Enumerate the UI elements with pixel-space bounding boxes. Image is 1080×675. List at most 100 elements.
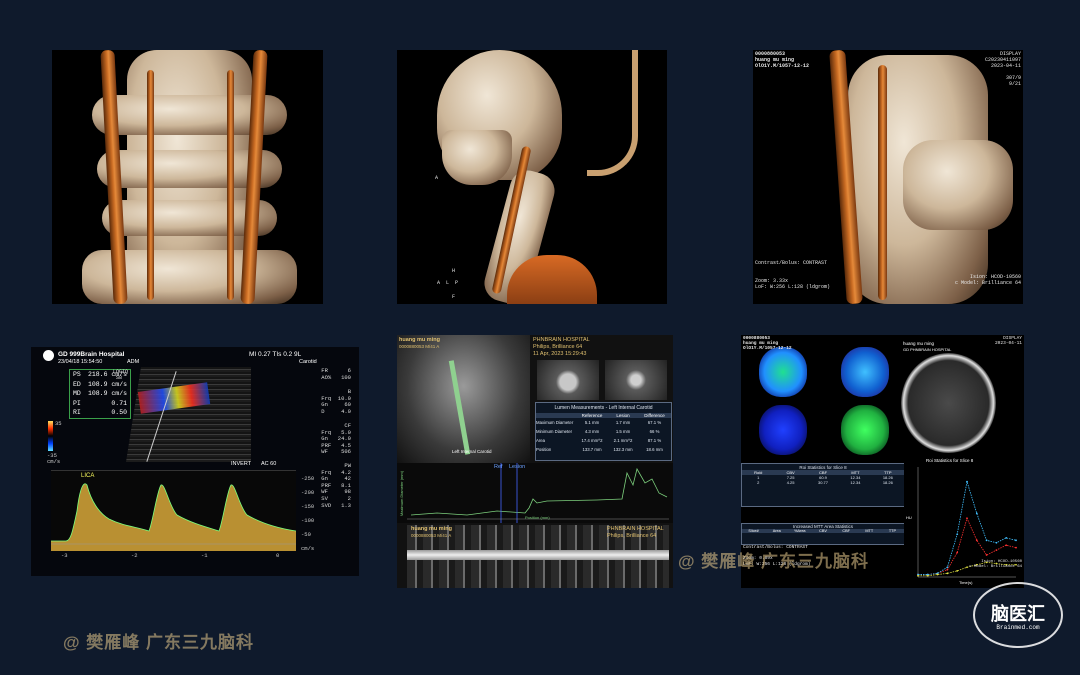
ge-logo-icon xyxy=(43,350,54,361)
ct-vessel-analysis-panel[interactable]: huang mu ming 0000880053 M/41 A PHNBRAIN… xyxy=(397,335,673,588)
y-tick-250: -250 xyxy=(301,475,315,482)
series-1-point xyxy=(956,533,959,536)
vertebral-vessel-right xyxy=(227,70,234,300)
roi-table: Roi Statistics for Slice 8 Roi# CBV CBF … xyxy=(741,463,905,507)
mtt-area-table: Increased MTT Area Statistics Slice# Are… xyxy=(741,523,905,545)
velocity-colorbar xyxy=(48,421,53,451)
logo-text: 脑医汇 xyxy=(991,604,1045,625)
ultrasound-panel[interactable]: GD 999Brain Hospital MI 0.27 TIs 0.2 9L … xyxy=(31,347,359,576)
series-2-point xyxy=(917,574,919,577)
mandible xyxy=(442,130,512,185)
ct-axial-slice[interactable] xyxy=(901,353,996,453)
x-tick-1: -1 xyxy=(201,552,208,559)
series-0-point xyxy=(1005,544,1008,547)
series-2-point xyxy=(926,574,929,577)
series-2-point xyxy=(936,573,939,576)
scanner-name-2: Philips, Brilliance 64 xyxy=(607,533,657,539)
vr-panel-oblique[interactable]: 0000880053 huang mu ming OlO1Y.M/1057-12… xyxy=(753,50,1023,304)
logiq-label: LOGIQ S8 xyxy=(113,369,129,381)
cross-section-ref[interactable] xyxy=(537,360,599,400)
colorbar-top: 35 xyxy=(55,420,62,427)
series-0-point xyxy=(1015,546,1017,549)
y-tick-200: -200 xyxy=(301,489,315,496)
hospital-name: PHNBRAIN HOSPITAL xyxy=(533,337,590,343)
perf-bottom-right: Ision: HCOD-10560 c Model: Brilliance 64 xyxy=(969,560,1022,569)
series-2-point xyxy=(946,572,949,575)
series-0-point xyxy=(956,551,959,554)
scan-date: 11 Apr, 2023 15:29:43 xyxy=(533,351,587,357)
y-tick-100: -100 xyxy=(301,517,315,524)
lumen-measurement-table: Lumen Measurements - Left Internal Carot… xyxy=(535,402,672,461)
invert-label: INVERT xyxy=(231,461,252,467)
spinous-process xyxy=(903,140,1013,230)
series-1-point xyxy=(966,480,968,483)
meas-ri: RI 0.50 xyxy=(73,409,127,416)
orientation-alp: A L P xyxy=(437,280,459,286)
curve-ylabel: Maximum Diameter (mm) xyxy=(399,470,405,517)
series-0-point xyxy=(975,539,978,542)
doppler-waveform xyxy=(51,483,296,551)
mtt-map[interactable] xyxy=(759,405,807,455)
series-1-point xyxy=(1015,539,1017,542)
vertebral-vessel-left xyxy=(147,70,154,300)
series-1-point xyxy=(975,512,978,515)
curve-xlabel: Position (mm) xyxy=(525,515,550,520)
spectral-doppler[interactable]: LICA xyxy=(51,470,296,551)
roi-chart[interactable]: Roi Statistics for Slice 8 Time(s) HU Is… xyxy=(904,455,1024,588)
preset-name: Carotid xyxy=(299,359,317,365)
vr-panel-lateral[interactable]: A H A L P F xyxy=(397,50,667,304)
series-1-point xyxy=(1005,536,1008,539)
vessel-name: Left Internal Carotid xyxy=(452,449,492,454)
ttp-map[interactable] xyxy=(841,405,889,455)
table-title: Lumen Measurements - Left Internal Carot… xyxy=(554,405,653,411)
series-2-point xyxy=(956,569,959,572)
table-row: Position 133.7 mm 132.3 mm 18.6 mm xyxy=(536,447,663,452)
series-2-point xyxy=(966,566,968,569)
bmode-sector[interactable] xyxy=(126,367,251,462)
table-row: Area 17.4 mm^2 2.1 mm^2 87.1 % xyxy=(536,438,662,443)
series-0-point xyxy=(985,554,988,556)
diameter-curve-plot[interactable]: Ref Lesion Maximum Diameter (mm) Positio… xyxy=(397,463,673,523)
cbf-map[interactable] xyxy=(841,347,889,397)
scanner-name: Philips, Brilliance 64 xyxy=(533,344,583,350)
series-1-point xyxy=(946,566,949,569)
y-tick-50: -50 xyxy=(301,531,311,538)
x-tick-0: 0 xyxy=(276,552,280,559)
series-0-point xyxy=(946,568,949,571)
orientation-h: H xyxy=(452,268,456,274)
watermark-middle: @ 樊雁峰 广东三九脑科 xyxy=(678,552,870,571)
hospital-name: GD 999Brain Hospital xyxy=(58,351,125,358)
exam-datetime: 23/04/18 15:54:50 xyxy=(58,359,103,365)
watermark-bottom: @ 樊雁峰 广东三九脑科 xyxy=(63,633,255,652)
patient-id: 0000880053 M/41 A xyxy=(399,344,440,349)
perf-patient: huang mu ming xyxy=(903,341,935,346)
patient-id-2: 0000880053 M/41 A xyxy=(411,533,452,538)
ac-label: AC 60 xyxy=(261,461,277,467)
params-bmode: B Frq 10.0 Gn 60 D 4.0 xyxy=(321,388,351,415)
chart-ylabel: HU xyxy=(906,515,912,520)
operator: ADM xyxy=(127,359,140,365)
colorbar-bottom: -35 cm/s xyxy=(47,452,61,465)
y-tick-150: -150 xyxy=(301,503,315,510)
params-cf: CF Frq 5.0 Gn 24.0 PRF 4.5 WF 506 xyxy=(321,422,351,456)
x-tick-2: -2 xyxy=(131,552,138,559)
cross-section-lesion[interactable] xyxy=(605,360,667,400)
series-0-point xyxy=(995,549,998,552)
params-fr: FR 6 AO% 100 xyxy=(321,367,351,381)
table-row: Minimum Diameter 4.3 mm 1.5 mm 66 % xyxy=(536,429,660,434)
vessel-label: LICA xyxy=(81,473,95,479)
vr-panel-front[interactable] xyxy=(52,50,323,304)
x-tick-3: -3 xyxy=(61,552,68,559)
tube-curve xyxy=(587,50,638,176)
overlay-top-left: 0000880053 huang mu ming OlO1Y.M/1057-12… xyxy=(755,51,810,69)
ref-marker-label: Ref xyxy=(494,464,503,470)
params-pw: PW Frq 4.2 Gn 42 PRF 8.1 WF 98 SV 2 SVD … xyxy=(321,462,351,509)
orientation-f: F xyxy=(452,294,456,300)
hospital-name-2: PHNBRAIN HOSPITAL xyxy=(607,526,664,532)
series-1-point xyxy=(985,539,988,542)
diameter-curve xyxy=(407,463,669,523)
perf-hospital: GD PHNBRAIN HOSPITAL xyxy=(903,347,952,352)
cbv-map[interactable] xyxy=(759,347,807,397)
patient-name-2: huang mu ming xyxy=(411,526,452,532)
mi-tis: MI 0.27 TIs 0.2 9L xyxy=(249,351,302,358)
